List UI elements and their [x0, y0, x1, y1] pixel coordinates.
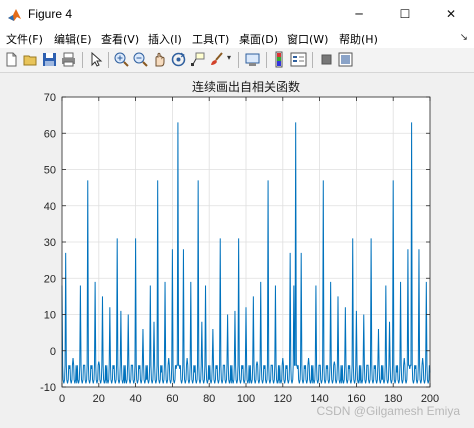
x-tick-label: 0 — [59, 393, 65, 405]
y-tick-label: 60 — [44, 128, 56, 140]
chart-svg: 0 20 40 60 80 100 120 140 160 180 200-100102030405… — [40, 79, 439, 405]
x-tick-label: 40 — [129, 393, 141, 405]
x-tick-label: 80 — [203, 393, 215, 405]
y-tick-label: 10 — [44, 310, 56, 322]
x-tick-label: 60 — [166, 393, 178, 405]
chart-title: 连续画出自相关函数 — [192, 79, 300, 94]
watermark: CSDN @Gilgamesh Emiya — [316, 404, 460, 418]
y-tick-label: 70 — [44, 92, 56, 104]
y-tick-label: 40 — [44, 201, 56, 213]
y-tick-label: -10 — [40, 382, 56, 394]
y-tick-label: 30 — [44, 237, 56, 249]
y-tick-label: 20 — [44, 273, 56, 285]
x-tick-label: 20 — [93, 393, 105, 405]
x-tick-label: 120 — [274, 393, 292, 405]
y-tick-label: 0 — [50, 346, 56, 358]
y-tick-label: 50 — [44, 165, 56, 177]
x-tick-label: 100 — [237, 393, 255, 405]
